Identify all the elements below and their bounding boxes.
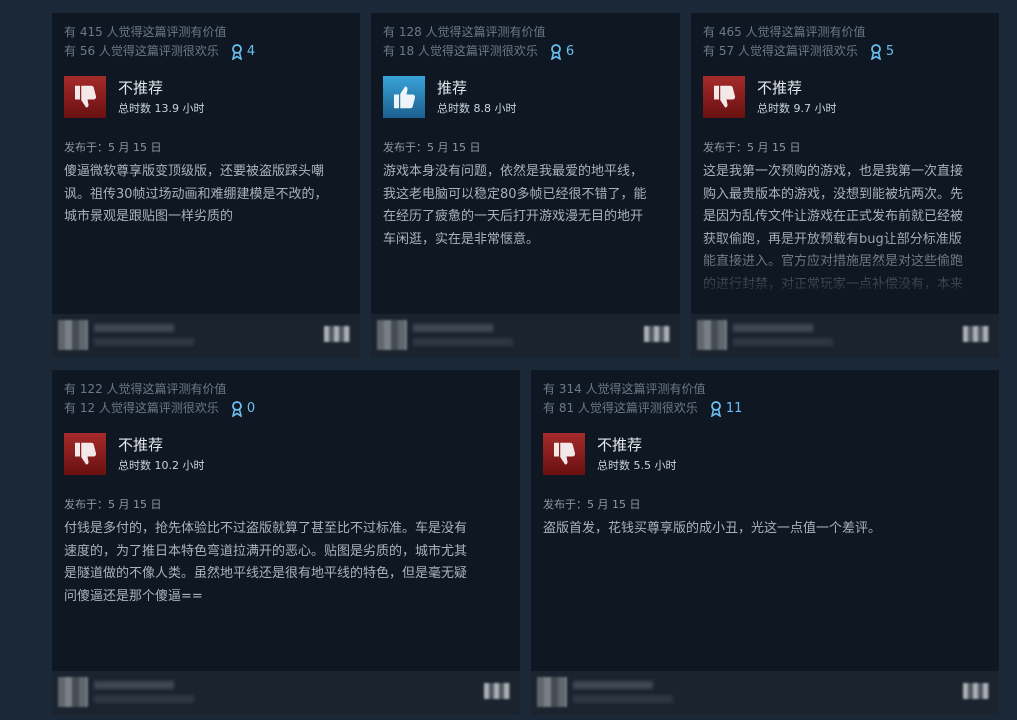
reviewer-info-redacted: [413, 338, 513, 346]
reviewer-stats-redacted: [963, 683, 989, 699]
review-card[interactable]: 有 415 人觉得这篇评测有价值 有 56 人觉得这篇评测很欢乐 4 不推荐 总…: [52, 13, 360, 358]
funny-count: 有 12 人觉得这篇评测很欢乐: [64, 401, 219, 415]
funny-count: 有 56 人觉得这篇评测很欢乐: [64, 44, 219, 58]
thumbs-down-icon: [64, 433, 106, 475]
reviewer-info-redacted: [733, 338, 833, 346]
thumbs-down-icon: [703, 76, 745, 118]
award-ribbon-icon: [710, 400, 721, 417]
award-ribbon-icon: [231, 43, 242, 60]
playtime: 总时数 13.9 小时: [118, 101, 205, 115]
playtime: 总时数 8.8 小时: [437, 101, 517, 115]
reviewer-footer[interactable]: [691, 314, 999, 358]
reviewer-name-redacted: [94, 324, 174, 332]
posted-date: 发布于：5 月 15 日: [543, 498, 641, 511]
award-count: 6: [565, 44, 575, 59]
helpful-count: 有 314 人觉得这篇评测有价值: [543, 382, 706, 396]
funny-count: 有 81 人觉得这篇评测很欢乐: [543, 401, 698, 415]
award-count: 4: [246, 44, 256, 59]
reviewer-name-redacted: [733, 324, 813, 332]
review-text: 盗版首发，花钱买尊享版的成小丑，光这一点值一个差评。: [543, 521, 882, 536]
verdict-label: 不推荐: [757, 78, 803, 97]
reviewer-name-redacted: [94, 681, 174, 689]
review-card[interactable]: 有 128 人觉得这篇评测有价值 有 18 人觉得这篇评测很欢乐 6 推荐 总时…: [371, 13, 680, 358]
reviewer-footer[interactable]: [531, 671, 999, 715]
reviewer-stats-redacted: [644, 326, 670, 342]
reviewer-info-redacted: [573, 695, 673, 703]
posted-date: 发布于：5 月 15 日: [64, 141, 162, 154]
reviewer-footer[interactable]: [371, 314, 680, 358]
award-badge[interactable]: 0: [231, 400, 256, 417]
reviewer-footer[interactable]: [52, 671, 520, 715]
avatar[interactable]: [537, 677, 567, 707]
playtime: 总时数 5.5 小时: [597, 458, 677, 472]
funny-count: 有 57 人觉得这篇评测很欢乐: [703, 44, 858, 58]
verdict-label: 不推荐: [118, 435, 164, 454]
verdict-label: 不推荐: [118, 78, 164, 97]
review-card[interactable]: 有 465 人觉得这篇评测有价值 有 57 人觉得这篇评测很欢乐 5 不推荐 总…: [691, 13, 999, 358]
posted-date: 发布于：5 月 15 日: [703, 141, 801, 154]
reviewer-stats-redacted: [324, 326, 350, 342]
reviewer-footer[interactable]: [52, 314, 360, 358]
reviewer-info-redacted: [94, 338, 194, 346]
review-text: 傻逼微软尊享版变顶级版，还要被盗版踩头嘲 讽。祖传30帧过场动画和难绷建模是不改…: [64, 164, 328, 224]
playtime: 总时数 10.2 小时: [118, 458, 205, 472]
avatar[interactable]: [58, 320, 88, 350]
verdict-label: 不推荐: [597, 435, 643, 454]
reviewer-stats-redacted: [963, 326, 989, 342]
posted-date: 发布于：5 月 15 日: [64, 498, 162, 511]
award-count: 0: [246, 401, 256, 416]
review-card[interactable]: 有 314 人觉得这篇评测有价值 有 81 人觉得这篇评测很欢乐 11 不推荐 …: [531, 370, 999, 715]
verdict-label: 推荐: [437, 78, 468, 97]
reviewer-name-redacted: [573, 681, 653, 689]
text-fade-overlay: [691, 234, 999, 314]
award-badge[interactable]: 11: [710, 400, 743, 417]
thumbs-up-icon: [383, 76, 425, 118]
avatar[interactable]: [58, 677, 88, 707]
reviewer-info-redacted: [94, 695, 194, 703]
reviewer-stats-redacted: [484, 683, 510, 699]
helpful-count: 有 128 人觉得这篇评测有价值: [383, 25, 546, 39]
avatar[interactable]: [377, 320, 407, 350]
award-ribbon-icon: [231, 400, 242, 417]
thumbs-down-icon: [64, 76, 106, 118]
review-card[interactable]: 有 122 人觉得这篇评测有价值 有 12 人觉得这篇评测很欢乐 0 不推荐 总…: [52, 370, 520, 715]
avatar[interactable]: [697, 320, 727, 350]
award-count: 5: [885, 44, 895, 59]
posted-date: 发布于：5 月 15 日: [383, 141, 481, 154]
helpful-count: 有 465 人觉得这篇评测有价值: [703, 25, 866, 39]
funny-count: 有 18 人觉得这篇评测很欢乐: [383, 44, 538, 58]
award-badge[interactable]: 6: [550, 43, 575, 60]
award-ribbon-icon: [550, 43, 561, 60]
review-text: 付钱是多付的，抢先体验比不过盗版就算了甚至比不过标准。车是没有 速度的，为了推日…: [64, 521, 468, 604]
award-badge[interactable]: 4: [231, 43, 256, 60]
reviewer-name-redacted: [413, 324, 493, 332]
award-badge[interactable]: 5: [870, 43, 895, 60]
helpful-count: 有 415 人觉得这篇评测有价值: [64, 25, 227, 39]
award-ribbon-icon: [870, 43, 881, 60]
award-count: 11: [725, 401, 743, 416]
thumbs-down-icon: [543, 433, 585, 475]
review-text: 游戏本身没有问题，依然是我最爱的地平线， 我这老电脑可以稳定80多帧已经很不错了…: [383, 164, 647, 247]
helpful-count: 有 122 人觉得这篇评测有价值: [64, 382, 227, 396]
playtime: 总时数 9.7 小时: [757, 101, 837, 115]
